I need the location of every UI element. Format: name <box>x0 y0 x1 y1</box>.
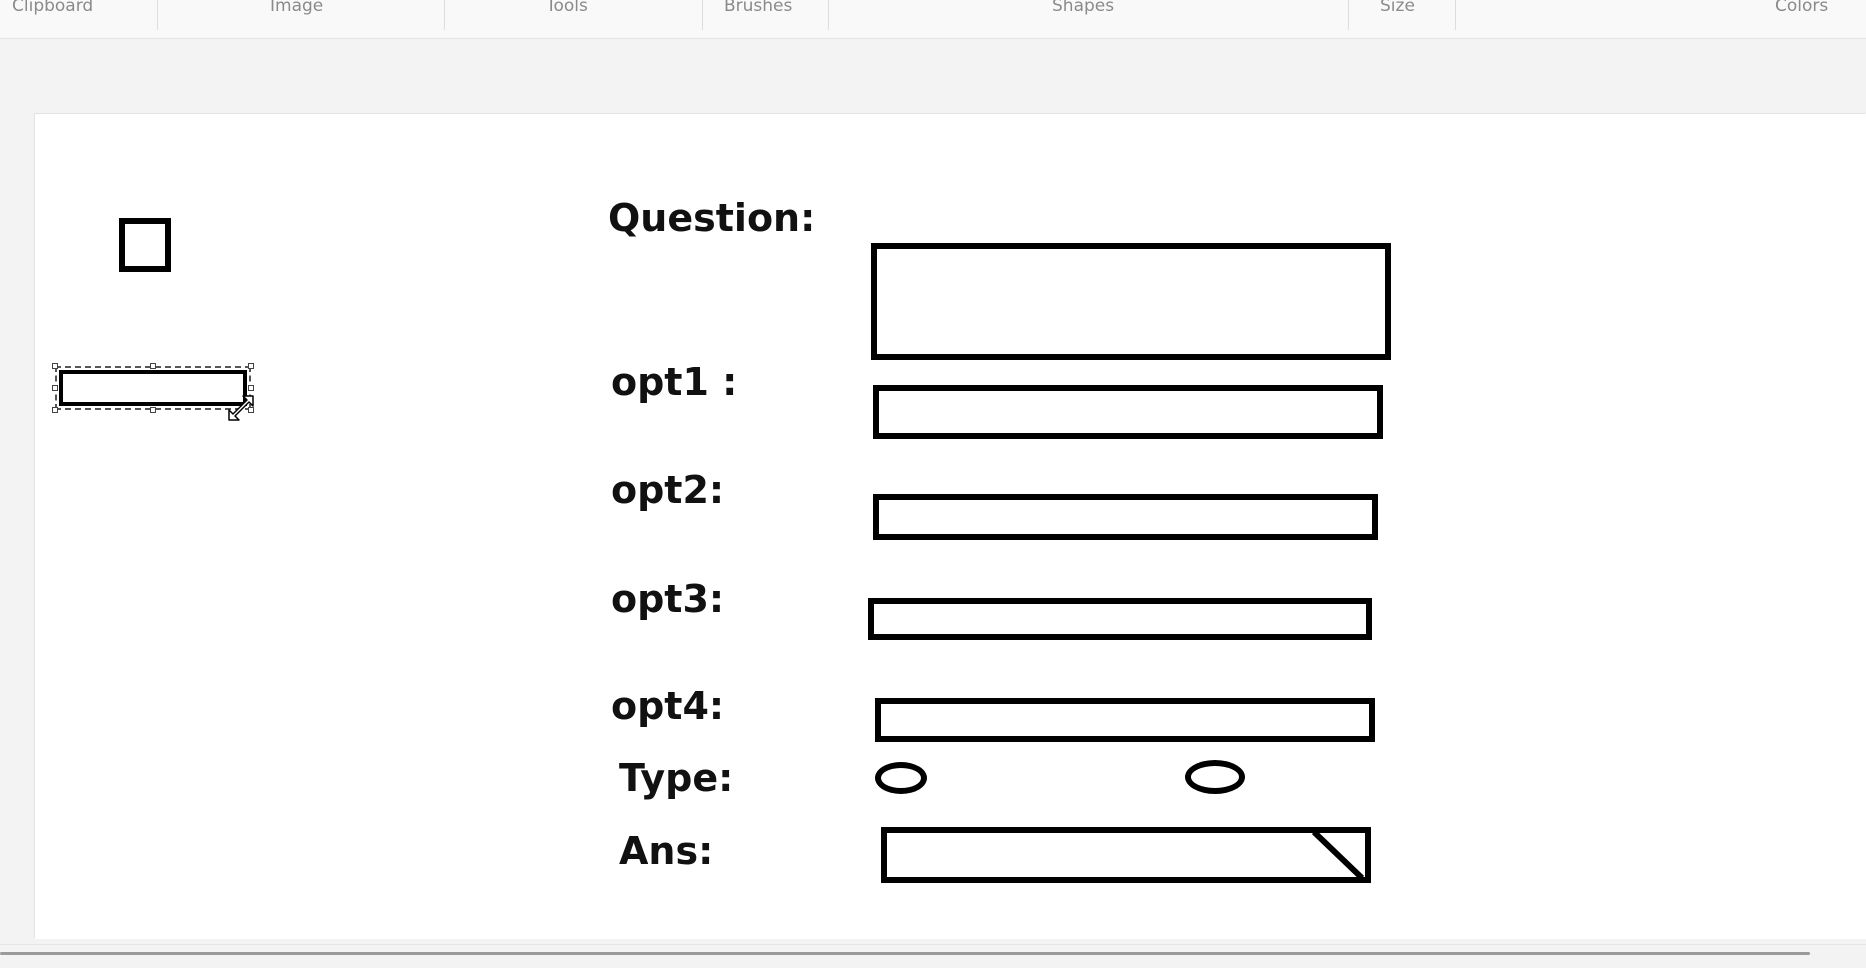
label-ans: Ans: <box>619 829 714 873</box>
scrollbar-track <box>0 944 1866 945</box>
scrollbar-thumb[interactable] <box>0 952 1810 955</box>
opt2-textbox-shape <box>873 494 1378 540</box>
ribbon-group-size[interactable]: Size <box>1380 0 1415 17</box>
ribbon-separator <box>702 0 703 30</box>
resize-handle-bottom[interactable] <box>150 407 156 413</box>
label-opt1: opt1 : <box>611 360 738 404</box>
ribbon-separator <box>1455 0 1456 30</box>
paint-app-window: Clipboard Image Tools Brushes Shapes Siz… <box>0 0 1866 968</box>
ribbon-group-colors[interactable]: Colors <box>1775 0 1828 17</box>
ribbon-group-tools[interactable]: Tools <box>546 0 588 17</box>
resize-handle-bottom-left[interactable] <box>52 407 58 413</box>
opt1-textbox-shape <box>873 385 1383 439</box>
drawn-small-square <box>119 218 171 272</box>
ribbon-group-brushes[interactable]: Brushes <box>724 0 792 17</box>
resize-handle-top-right[interactable] <box>248 363 254 369</box>
question-textbox-shape <box>871 243 1391 360</box>
label-question: Question: <box>608 196 816 240</box>
ribbon-group-clipboard[interactable]: Clipboard <box>12 0 93 17</box>
selection-border <box>55 366 251 410</box>
ribbon-separator <box>157 0 158 30</box>
opt3-textbox-shape <box>868 598 1372 640</box>
type-radio-ellipse-2 <box>1185 760 1245 794</box>
label-opt4: opt4: <box>611 684 725 728</box>
ribbon-group-labels: Clipboard Image Tools Brushes Shapes Siz… <box>0 0 1866 39</box>
resize-handle-top-left[interactable] <box>52 363 58 369</box>
label-opt2: opt2: <box>611 468 725 512</box>
selected-rectangle-shape[interactable] <box>52 363 254 413</box>
horizontal-scrollbar[interactable] <box>0 944 1866 968</box>
canvas-workspace: Question: opt1 : opt2: opt3: opt4: Type:… <box>0 39 1866 944</box>
ribbon-group-image[interactable]: Image <box>270 0 323 17</box>
ribbon-separator <box>1348 0 1349 30</box>
ans-dropdown-shape <box>881 827 1371 883</box>
drawing-canvas[interactable]: Question: opt1 : opt2: opt3: opt4: Type:… <box>35 114 1866 939</box>
type-radio-ellipse-1 <box>875 762 927 794</box>
ribbon-separator <box>444 0 445 30</box>
dropdown-triangle-icon <box>1310 829 1368 882</box>
opt4-textbox-shape <box>875 698 1375 742</box>
ribbon-group-shapes[interactable]: Shapes <box>1052 0 1114 17</box>
resize-handle-left[interactable] <box>52 385 58 391</box>
diagonal-resize-cursor-icon <box>223 390 259 426</box>
label-type: Type: <box>619 756 734 800</box>
resize-handle-top[interactable] <box>150 363 156 369</box>
ribbon-separator <box>828 0 829 30</box>
label-opt3: opt3: <box>611 577 725 621</box>
